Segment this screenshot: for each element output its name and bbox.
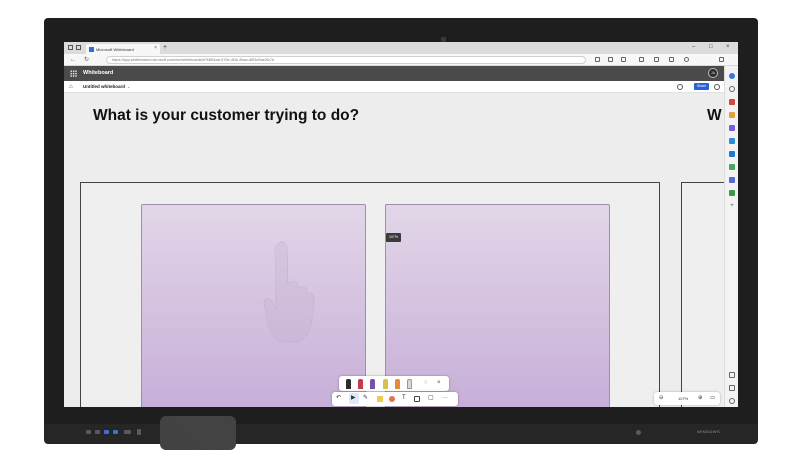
- shopping-icon[interactable]: [729, 99, 735, 105]
- sidebar-layout-icon[interactable]: [729, 372, 735, 378]
- orange-highlighter-icon[interactable]: [395, 379, 400, 389]
- back-button[interactable]: ←: [70, 55, 76, 65]
- office-icon[interactable]: [729, 138, 735, 144]
- sensor-icon: [636, 430, 641, 435]
- audio-port-icon: [137, 429, 141, 435]
- red-pen-icon[interactable]: [358, 379, 363, 389]
- usb-port-icon: [86, 430, 91, 434]
- zoom-controls: ⊖ 107% ⊕ ▭: [654, 392, 720, 405]
- excel-icon[interactable]: [729, 190, 735, 196]
- more-tools-button[interactable]: ···: [442, 395, 448, 402]
- avatar[interactable]: JA: [708, 68, 718, 78]
- black-pen-icon[interactable]: [346, 379, 351, 389]
- new-tab-button[interactable]: +: [163, 43, 167, 52]
- settings-gear-icon[interactable]: [714, 84, 720, 90]
- close-tab-icon[interactable]: ×: [154, 46, 157, 51]
- zoom-tooltip: 107%: [386, 233, 401, 242]
- home-icon[interactable]: ⌂: [69, 84, 73, 90]
- close-window-button[interactable]: ×: [726, 43, 730, 52]
- app-launcher-icon[interactable]: [70, 70, 77, 77]
- tab-actions-icon[interactable]: [76, 45, 81, 50]
- lasso-icon[interactable]: ◌: [424, 380, 428, 386]
- extension-icon[interactable]: [595, 57, 600, 62]
- copilot-sidebar-icon[interactable]: [729, 73, 735, 79]
- device-brand-label: WINDOWS: [697, 429, 721, 434]
- usb-port-icon: [113, 430, 118, 434]
- teams-icon[interactable]: [729, 177, 735, 183]
- profile-icon[interactable]: [684, 57, 689, 62]
- select-tool-button[interactable]: ▶: [351, 395, 356, 402]
- app-name: Whiteboard: [83, 70, 114, 76]
- browser-address-bar: ← ↻ https://app.whiteboard.microsoft.com…: [64, 54, 738, 72]
- tab-title: Microsoft Whiteboard: [96, 46, 134, 52]
- maximize-button[interactable]: □: [709, 43, 713, 52]
- reactions-tool-icon[interactable]: [389, 396, 395, 402]
- canvas-heading-offscreen[interactable]: W: [707, 107, 722, 125]
- favorite-star-icon[interactable]: [621, 57, 626, 62]
- more-options-icon[interactable]: ···: [702, 57, 707, 72]
- whiteboard-favicon-icon: [89, 46, 94, 52]
- pen-tool-button[interactable]: ✎: [363, 395, 368, 402]
- collections-icon[interactable]: [669, 57, 674, 62]
- search-icon[interactable]: [729, 86, 735, 92]
- tools-icon[interactable]: [729, 112, 735, 118]
- usb-port-icon: [95, 430, 100, 434]
- url-input[interactable]: https://app.whiteboard.microsoft.com/me/…: [106, 56, 586, 64]
- purple-pen-icon[interactable]: [370, 379, 375, 389]
- zoom-out-button[interactable]: ⊖: [659, 394, 664, 402]
- copilot-icon[interactable]: [719, 57, 724, 62]
- screen: Microsoft Whiteboard × + – □ × ← ↻ https…: [64, 42, 738, 407]
- browser-tab-bar: Microsoft Whiteboard × + – □ ×: [64, 42, 738, 54]
- main-toolbar: ↶ ▶ ✎ T ▢ ···: [332, 392, 458, 406]
- favorites-icon[interactable]: [654, 57, 659, 62]
- note-tool-button[interactable]: ▢: [428, 395, 434, 402]
- template-frame-adjacent[interactable]: [681, 182, 724, 407]
- sticky-note-tool-icon[interactable]: [377, 396, 383, 402]
- device-bottom-bar: [44, 424, 758, 444]
- zoom-in-button[interactable]: ⊕: [698, 394, 703, 402]
- yellow-highlighter-icon[interactable]: [383, 379, 388, 389]
- minimize-button[interactable]: –: [692, 43, 695, 52]
- text-tool-button[interactable]: T: [402, 395, 406, 402]
- zoom-level[interactable]: 107%: [678, 395, 688, 402]
- shapes-tool-icon[interactable]: [414, 396, 420, 402]
- add-icon[interactable]: +: [729, 203, 735, 209]
- hdmi-port-icon: [124, 430, 131, 434]
- split-screen-icon[interactable]: [639, 57, 644, 62]
- sticky-note[interactable]: [141, 204, 366, 407]
- tab-whiteboard[interactable]: Microsoft Whiteboard ×: [86, 44, 160, 54]
- eraser-icon[interactable]: [407, 379, 412, 389]
- reactions-icon[interactable]: [677, 84, 683, 90]
- drop-icon[interactable]: [729, 164, 735, 170]
- pen-tray: ◌ ×: [339, 376, 449, 391]
- read-aloud-icon[interactable]: [608, 57, 613, 62]
- usb-port-icon: [104, 430, 109, 434]
- workspaces-icon[interactable]: [68, 45, 73, 50]
- settings-gear-icon[interactable]: [729, 398, 735, 404]
- outlook-icon[interactable]: [729, 151, 735, 157]
- speaker-grille: [160, 416, 236, 450]
- close-icon[interactable]: ×: [437, 380, 441, 386]
- chevron-down-icon[interactable]: ⌄: [127, 84, 130, 89]
- games-icon[interactable]: [729, 125, 735, 131]
- touch-hand-icon: [263, 241, 315, 343]
- app-header: Whiteboard JA: [64, 66, 724, 81]
- document-title[interactable]: Untitled whiteboard: [83, 84, 125, 89]
- browser-sidebar: +: [724, 66, 738, 407]
- document-bar: ⌂ Untitled whiteboard ⌄ Share: [64, 81, 724, 93]
- canvas-heading[interactable]: What is your customer trying to do?: [93, 107, 359, 125]
- whiteboard-canvas[interactable]: What is your customer trying to do? W 10…: [64, 93, 724, 407]
- open-external-icon[interactable]: [729, 385, 735, 391]
- fit-to-screen-button[interactable]: ▭: [710, 394, 715, 402]
- share-button[interactable]: Share: [694, 83, 709, 90]
- refresh-button[interactable]: ↻: [84, 55, 89, 65]
- undo-button[interactable]: ↶: [336, 395, 341, 402]
